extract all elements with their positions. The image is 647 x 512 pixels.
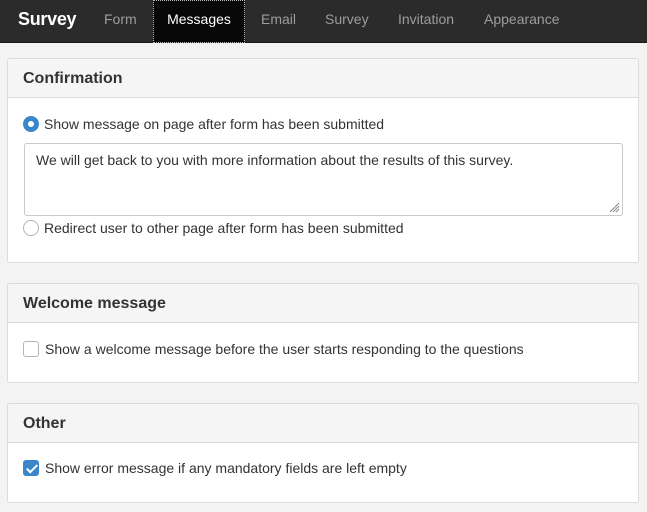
confirmation-message-textarea[interactable]: We will get back to you with more inform…	[24, 143, 623, 216]
top-navbar: Survey Form Messages Email Survey Invita…	[0, 0, 647, 43]
show-message-radio[interactable]	[23, 116, 39, 132]
tab-email[interactable]: Email	[248, 0, 309, 43]
show-message-option[interactable]: Show message on page after form has been…	[23, 114, 384, 134]
tab-survey[interactable]: Survey	[312, 0, 382, 43]
welcome-option[interactable]: Show a welcome message before the user s…	[23, 339, 524, 359]
error-message-checkbox[interactable]	[23, 460, 39, 476]
welcome-checkbox[interactable]	[23, 341, 39, 357]
confirmation-panel: Confirmation Show message on page after …	[7, 58, 639, 263]
resize-grip-icon[interactable]	[609, 202, 620, 213]
other-panel: Other Show error message if any mandator…	[7, 403, 639, 503]
other-heading: Other	[8, 404, 638, 443]
confirmation-message-text: We will get back to you with more inform…	[36, 152, 514, 168]
redirect-label[interactable]: Redirect user to other page after form h…	[44, 220, 404, 236]
welcome-heading: Welcome message	[8, 284, 638, 323]
tab-form[interactable]: Form	[91, 0, 150, 43]
error-message-option[interactable]: Show error message if any mandatory fiel…	[23, 458, 407, 478]
app-brand[interactable]: Survey	[18, 9, 77, 30]
show-message-label[interactable]: Show message on page after form has been…	[44, 116, 384, 132]
welcome-panel: Welcome message Show a welcome message b…	[7, 283, 639, 383]
redirect-option[interactable]: Redirect user to other page after form h…	[23, 218, 404, 238]
redirect-radio[interactable]	[23, 220, 39, 236]
tab-appearance[interactable]: Appearance	[471, 0, 573, 43]
error-message-checkbox-label[interactable]: Show error message if any mandatory fiel…	[45, 460, 407, 476]
confirmation-heading: Confirmation	[8, 59, 638, 98]
welcome-checkbox-label[interactable]: Show a welcome message before the user s…	[45, 341, 524, 357]
tab-messages[interactable]: Messages	[153, 0, 245, 43]
tab-invitation[interactable]: Invitation	[385, 0, 467, 43]
